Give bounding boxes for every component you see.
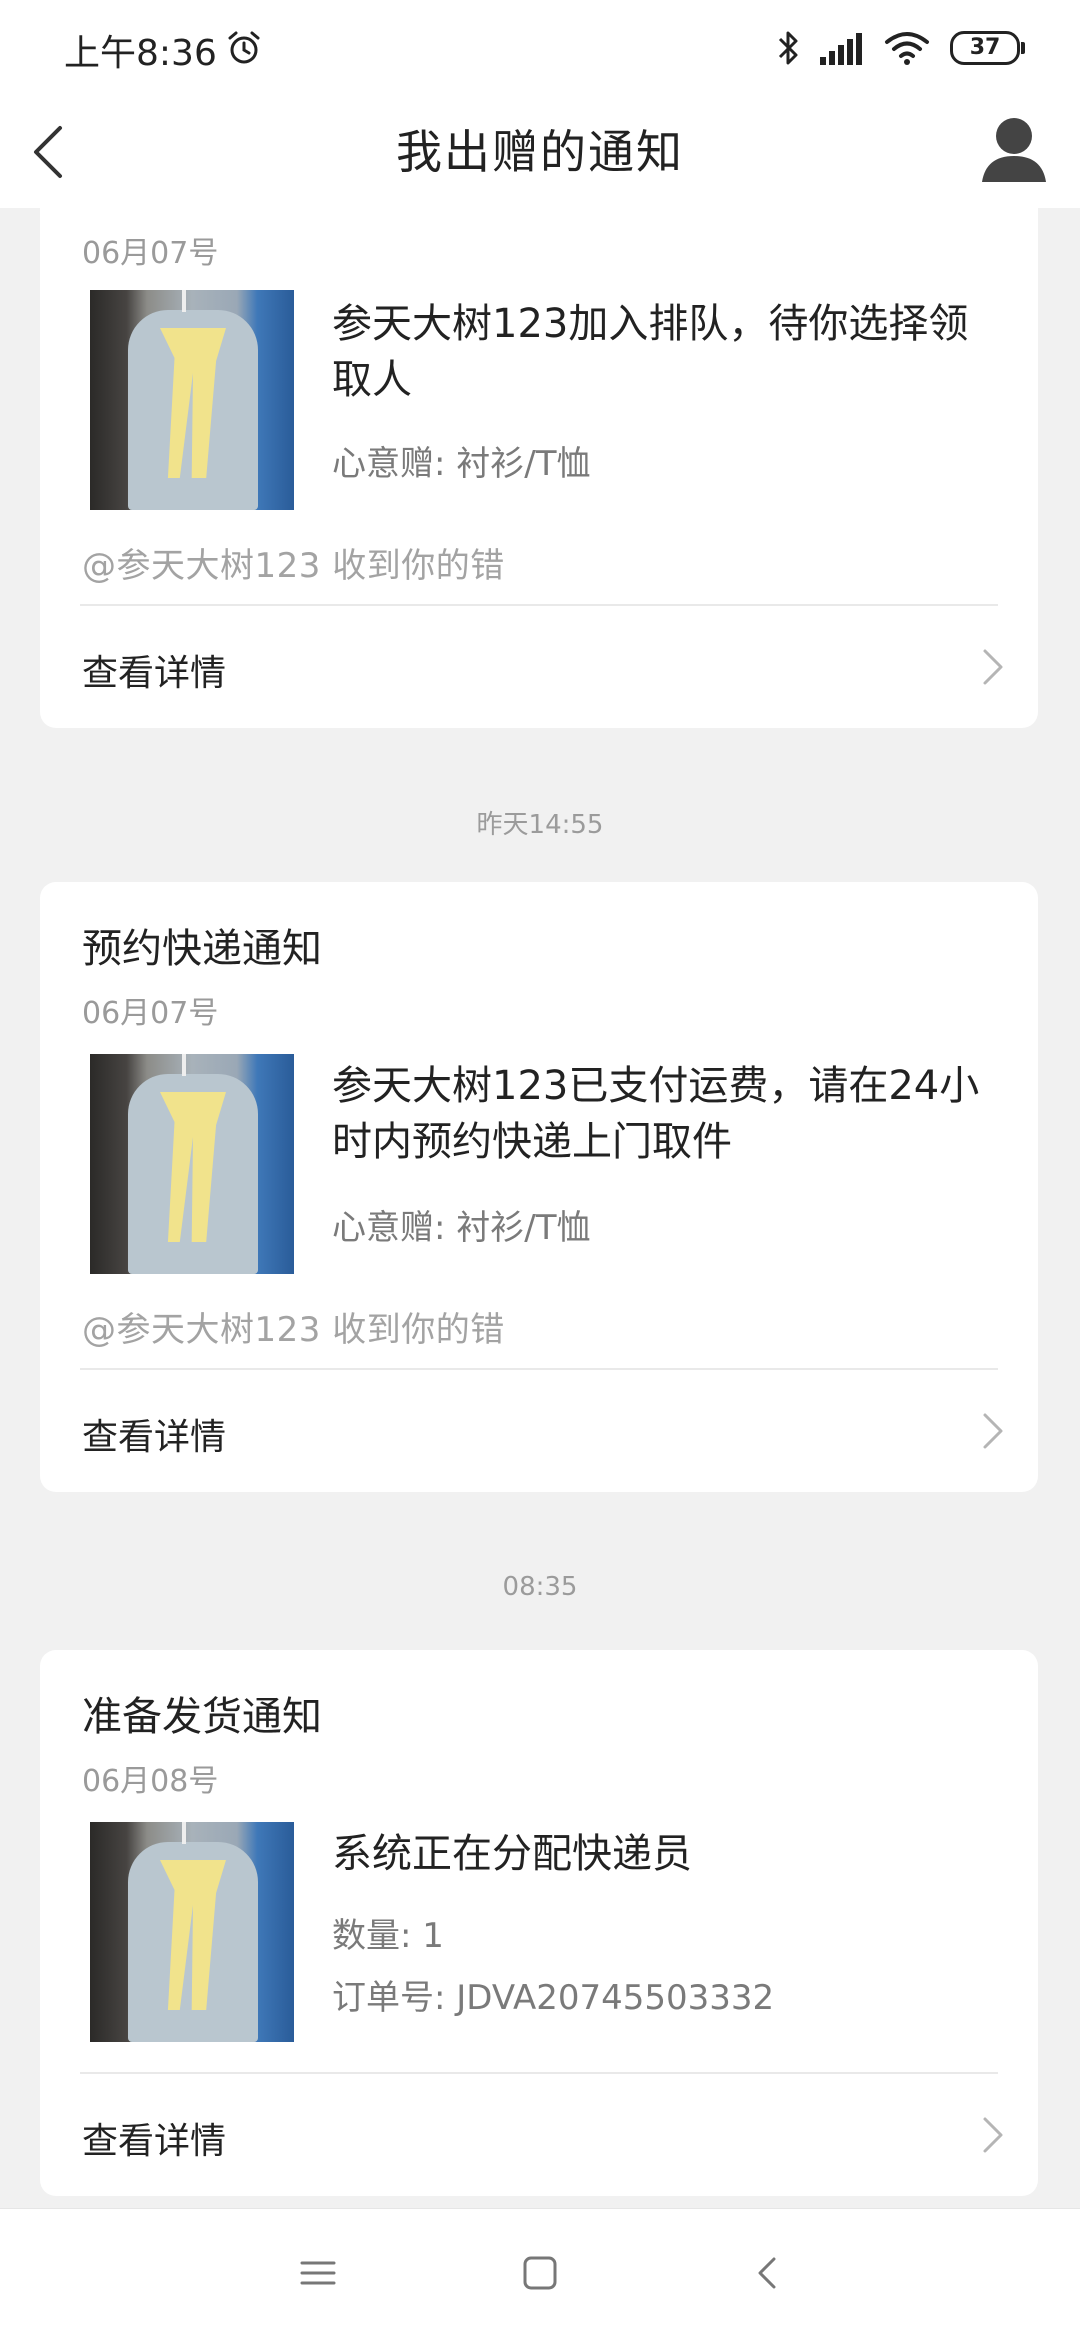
item-thumbnail[interactable] [90, 1054, 294, 1274]
divider [80, 1368, 998, 1370]
view-details-button[interactable]: 查看详情 [40, 2076, 1038, 2196]
notification-list[interactable]: 06月07号 参天大树123加入排队，待你选择领取人 心意赠: 衬衫/T恤 @参… [0, 208, 1080, 2208]
signal-icon [820, 33, 862, 65]
battery-icon: 37 [950, 31, 1025, 65]
card-date: 06月07号 [82, 236, 219, 271]
view-details-label: 查看详情 [82, 653, 227, 694]
card-main-text: 参天大树123已支付运费，请在24小时内预约快递上门取件 [332, 1063, 980, 1165]
card-title: 预约快递通知 [82, 926, 322, 972]
view-details-label: 查看详情 [82, 2121, 227, 2162]
view-details-button[interactable]: 查看详情 [40, 1372, 1038, 1492]
system-nav-bar [0, 2208, 1080, 2341]
status-bar: 上午8:36 37 [0, 0, 1080, 96]
notification-card: 准备发货通知 06月08号 系统正在分配快递员 数量: 1 订单号: JDVA2… [40, 1650, 1038, 2196]
menu-icon[interactable] [298, 2253, 338, 2293]
card-main-text: 参天大树123加入排队，待你选择领取人 [332, 301, 969, 403]
timestamp: 08:35 [502, 1572, 578, 1602]
card-sub-text: 心意赠: 衬衫/T恤 [332, 1208, 591, 1248]
timestamp: 昨天14:55 [476, 810, 604, 840]
nav-bar: 我出赠的通知 [0, 96, 1080, 208]
divider [80, 604, 998, 606]
card-order-number: 订单号: JDVA20745503332 [332, 1978, 775, 2018]
divider [80, 2072, 998, 2074]
alarm-icon [228, 31, 260, 64]
card-quantity: 数量: 1 [332, 1916, 444, 1956]
chevron-right-icon [983, 649, 1003, 685]
card-main-text: 系统正在分配快递员 [332, 1831, 692, 1877]
page-title: 我出赠的通知 [396, 125, 684, 179]
card-date: 06月07号 [82, 996, 219, 1031]
item-thumbnail[interactable] [90, 290, 294, 510]
status-icons: 37 [776, 26, 1025, 70]
card-date: 06月08号 [82, 1764, 219, 1799]
notification-card: 06月07号 参天大树123加入排队，待你选择领取人 心意赠: 衬衫/T恤 @参… [40, 208, 1038, 728]
card-mention: @参天大树123 收到你的错 [82, 546, 505, 586]
notification-card: 预约快递通知 06月07号 参天大树123已支付运费，请在24小时内预约快递上门… [40, 882, 1038, 1492]
view-details-label: 查看详情 [82, 1417, 227, 1458]
card-title: 准备发货通知 [82, 1694, 322, 1740]
chevron-right-icon [983, 1413, 1003, 1449]
card-sub-text: 心意赠: 衬衫/T恤 [332, 444, 591, 484]
home-square-icon[interactable] [520, 2253, 560, 2293]
card-mention: @参天大树123 收到你的错 [82, 1310, 505, 1350]
item-thumbnail[interactable] [90, 1822, 294, 2042]
wifi-icon [885, 32, 929, 65]
view-details-button[interactable]: 查看详情 [40, 608, 1038, 728]
status-time: 上午8:36 [64, 33, 217, 74]
chevron-right-icon [983, 2117, 1003, 2153]
bluetooth-icon [778, 31, 798, 65]
profile-icon[interactable] [976, 110, 1052, 186]
back-triangle-icon[interactable] [748, 2253, 788, 2293]
